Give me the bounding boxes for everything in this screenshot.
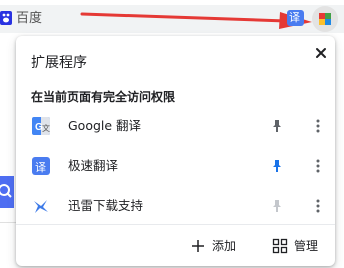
extensions-button[interactable]: [312, 6, 338, 32]
browser-toolbar: 百度 译: [0, 0, 344, 38]
more-options-icon[interactable]: [311, 118, 325, 134]
svg-text:文: 文: [42, 123, 50, 133]
extensions-popup: 扩展程序 在当前页面有完全访问权限 G 文 Google 翻译 译 极速翻译 迅…: [16, 36, 335, 266]
translate-extension-button[interactable]: 译: [287, 10, 304, 26]
close-icon: [316, 48, 326, 58]
grid-icon: [272, 238, 288, 254]
page-search-button[interactable]: [0, 176, 14, 208]
puzzle-icon: [319, 13, 331, 25]
section-title: 在当前页面有完全访问权限: [31, 90, 176, 104]
extension-row-fast-translate[interactable]: 译 极速翻译: [16, 148, 335, 184]
address-bar-text: 百度: [16, 11, 43, 26]
extension-name: Google 翻译: [68, 118, 142, 133]
manage-label: 管理: [294, 239, 319, 253]
google-translate-icon: G 文: [32, 117, 50, 135]
fast-translate-icon: 译: [32, 157, 50, 175]
add-label: 添加: [212, 239, 237, 253]
manage-button[interactable]: 管理: [272, 234, 328, 258]
more-options-icon[interactable]: [311, 158, 325, 174]
add-button[interactable]: 添加: [190, 234, 240, 258]
extension-name: 极速翻译: [68, 158, 119, 173]
baidu-paw-icon: [0, 11, 12, 25]
extension-row-google-translate[interactable]: G 文 Google 翻译: [16, 108, 335, 144]
search-icon: [0, 184, 12, 198]
translate-badge-label: 译: [289, 11, 300, 24]
extension-row-xunlei[interactable]: 迅雷下载支持: [16, 188, 335, 224]
popup-title: 扩展程序: [31, 55, 87, 71]
footer-divider: [16, 224, 335, 225]
pin-icon[interactable]: [269, 198, 285, 214]
plus-icon: [192, 240, 204, 252]
close-button[interactable]: [310, 42, 332, 64]
annotation-arrow: [80, 12, 312, 29]
pinned-icon[interactable]: [269, 158, 285, 174]
extension-name: 迅雷下载支持: [68, 198, 144, 213]
svg-text:译: 译: [35, 161, 46, 174]
xunlei-icon: [34, 200, 48, 213]
pin-icon[interactable]: [269, 118, 285, 134]
more-options-icon[interactable]: [311, 198, 325, 214]
